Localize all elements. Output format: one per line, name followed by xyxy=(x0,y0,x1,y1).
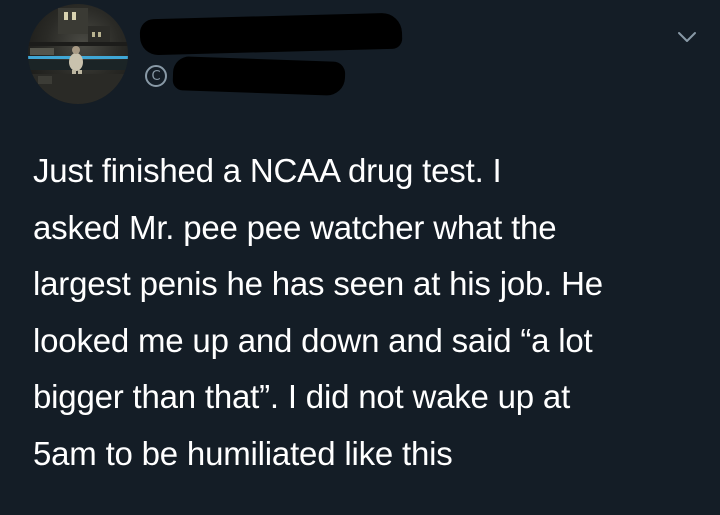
tweet-card: C Just finished a NCAA drug test. I aske… xyxy=(0,0,720,515)
avatar[interactable] xyxy=(28,4,128,104)
tweet-text: Just finished a NCAA drug test. I asked … xyxy=(33,152,603,472)
copyright-like-circle-icon: C xyxy=(145,65,167,87)
handle-row: C xyxy=(145,56,346,96)
chevron-down-icon[interactable] xyxy=(676,26,698,48)
handle-redacted[interactable] xyxy=(172,56,346,96)
display-name-redacted[interactable] xyxy=(139,12,403,56)
avatar-photo xyxy=(28,8,128,104)
